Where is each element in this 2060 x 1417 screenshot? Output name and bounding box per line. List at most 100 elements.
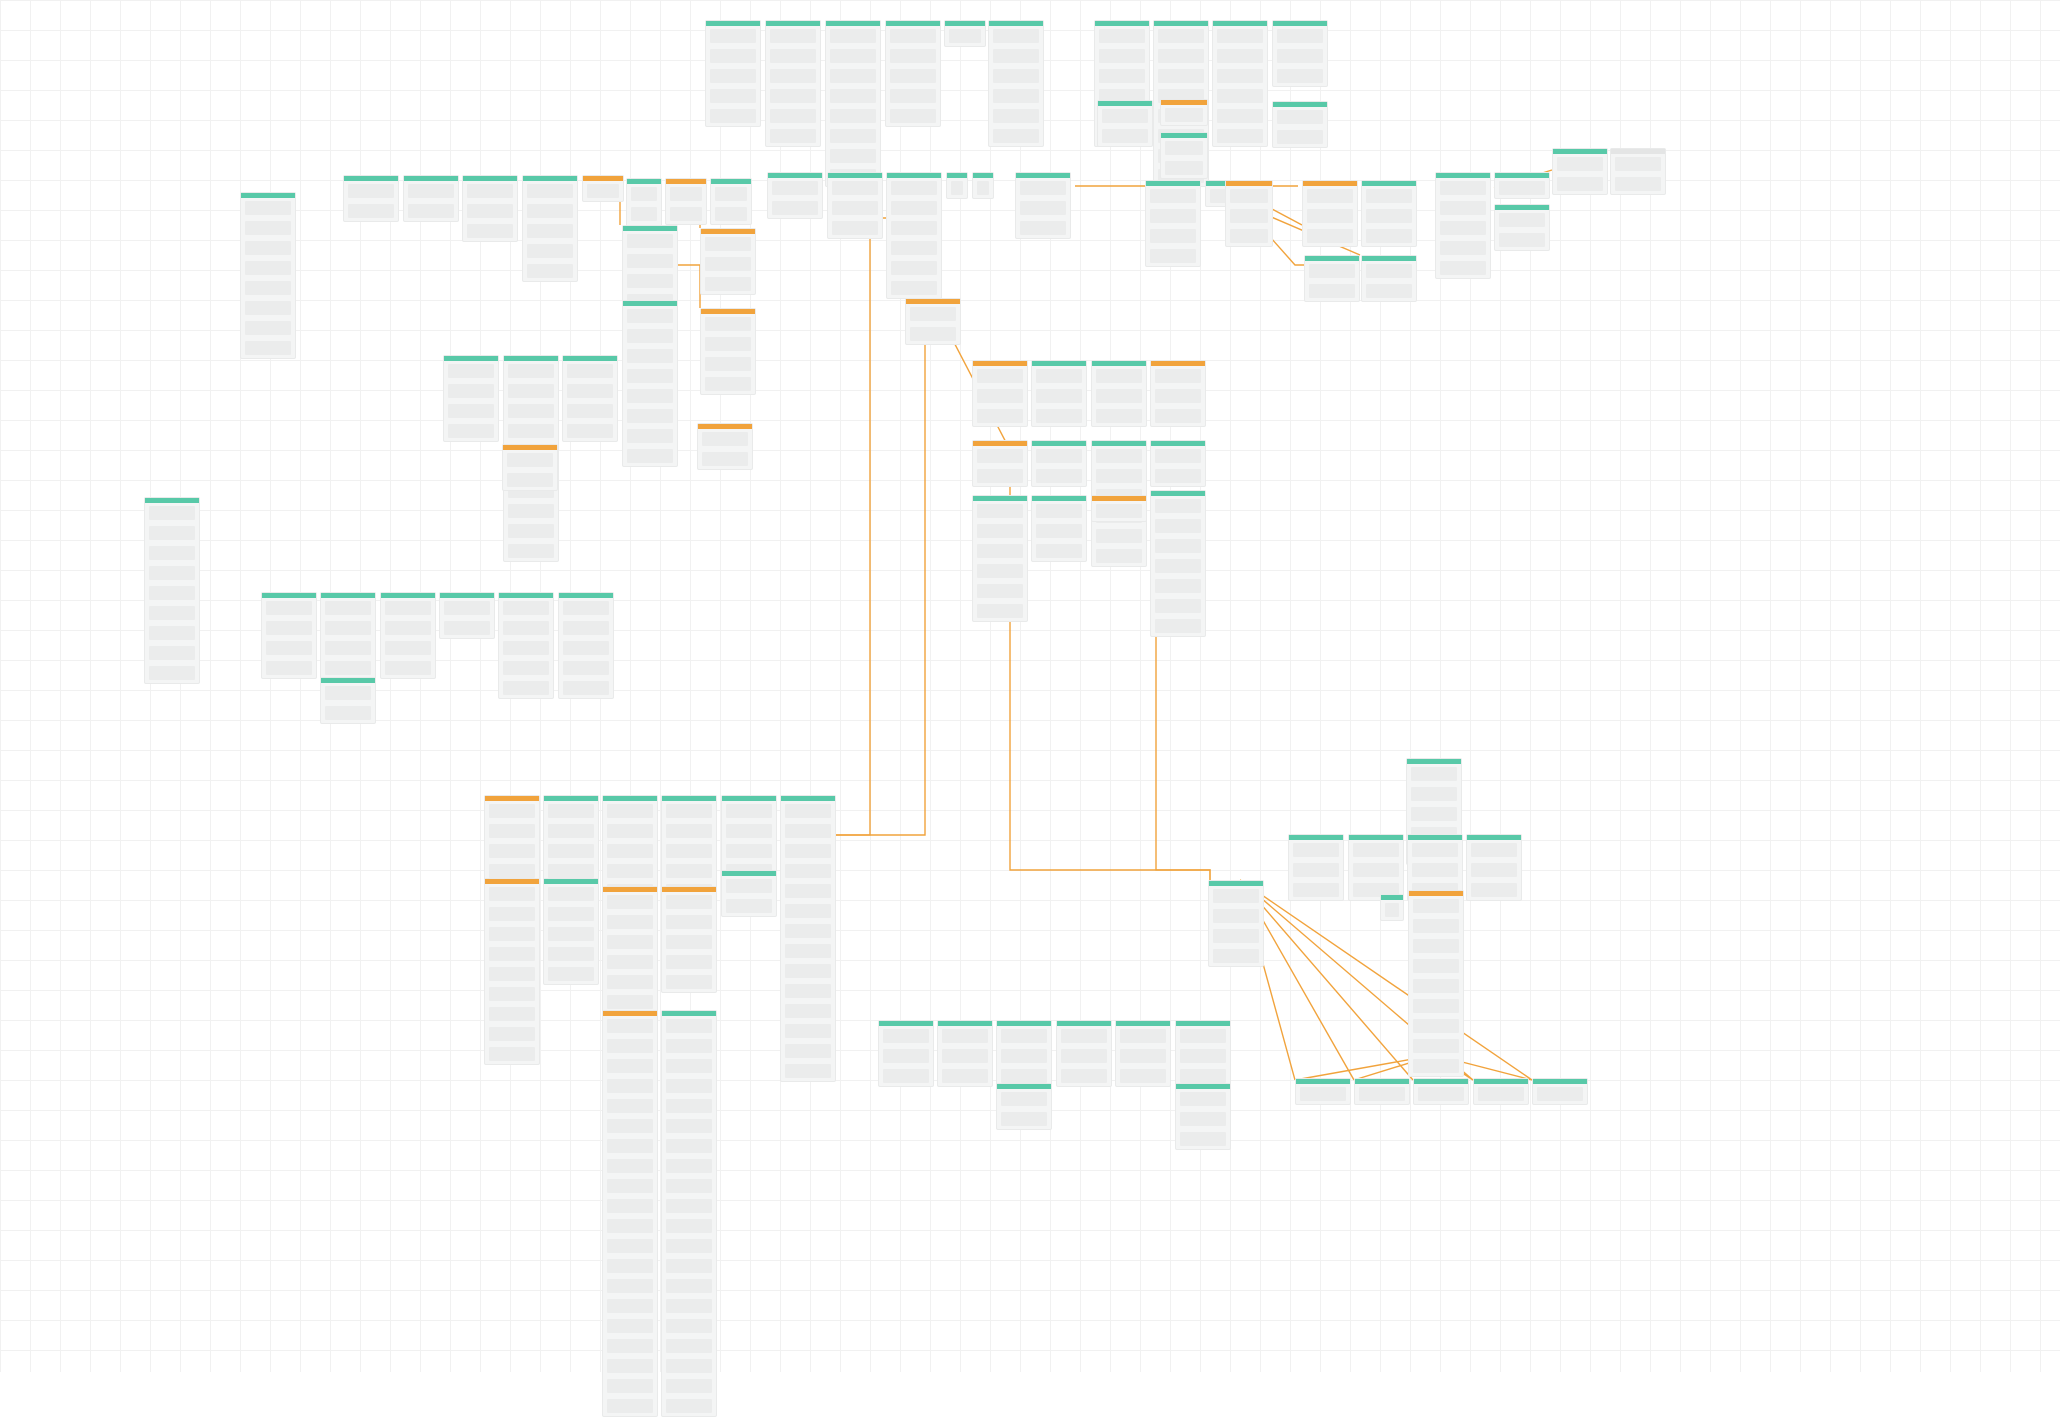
node-bigCl5[interactable]: [721, 795, 777, 882]
node-midGrid9[interactable]: [972, 495, 1028, 622]
node-botR5b[interactable]: [1175, 1083, 1231, 1150]
node-midGrid0[interactable]: [972, 360, 1028, 427]
node-rR3[interactable]: [1302, 180, 1358, 247]
node-row: [726, 824, 772, 838]
node-g1c[interactable]: [462, 175, 518, 242]
node-botR2b[interactable]: [996, 1083, 1052, 1130]
node-bigCl0[interactable]: [484, 795, 540, 882]
node-bigCl5b[interactable]: [721, 870, 777, 917]
node-leaf4[interactable]: [1532, 1078, 1588, 1105]
node-cl2a[interactable]: [443, 355, 499, 442]
node-botR5[interactable]: [1175, 1020, 1231, 1087]
node-row: [1366, 189, 1412, 203]
node-smallG[interactable]: [697, 423, 753, 470]
node-botR3[interactable]: [1056, 1020, 1112, 1087]
node-midGrid7[interactable]: [1150, 440, 1206, 487]
node-r0r2[interactable]: [1212, 20, 1268, 147]
node-r0c4[interactable]: [944, 20, 986, 47]
node-rowA1[interactable]: [320, 592, 376, 679]
node-r0c2[interactable]: [825, 20, 881, 187]
node-rR7[interactable]: [1494, 172, 1550, 199]
node-g1k[interactable]: [700, 308, 756, 395]
node-midGrid5[interactable]: [1031, 440, 1087, 487]
node-subG[interactable]: [905, 298, 961, 345]
node-mid4[interactable]: [972, 172, 994, 199]
node-row: [149, 566, 195, 580]
node-row: [977, 564, 1023, 578]
node-mid1[interactable]: [827, 172, 883, 239]
node-rR6[interactable]: [1435, 172, 1491, 279]
node-bigCl2b[interactable]: [543, 878, 599, 985]
node-rR5[interactable]: [1304, 255, 1360, 302]
node-bigTall1[interactable]: [661, 1010, 717, 1417]
node-rR2[interactable]: [1225, 180, 1273, 247]
node-rowA1b[interactable]: [320, 677, 376, 724]
node-g1d[interactable]: [522, 175, 578, 282]
node-leaf1[interactable]: [1354, 1078, 1410, 1105]
node-botR1[interactable]: [937, 1020, 993, 1087]
node-h2[interactable]: [1160, 99, 1208, 126]
node-mid3[interactable]: [946, 172, 968, 199]
node-r0c1[interactable]: [765, 20, 821, 147]
node-leaf3[interactable]: [1473, 1078, 1529, 1105]
node-rightR1[interactable]: [1348, 834, 1404, 901]
node-rightR3[interactable]: [1466, 834, 1522, 901]
node-midGrid3[interactable]: [1150, 360, 1206, 427]
node-rowA3[interactable]: [439, 592, 495, 639]
node-cl2c[interactable]: [562, 355, 618, 442]
node-rowA4[interactable]: [498, 592, 554, 699]
node-mid5[interactable]: [1015, 172, 1071, 239]
node-g1e[interactable]: [582, 175, 624, 202]
node-row: [1499, 181, 1545, 195]
node-cl2e[interactable]: [622, 300, 678, 467]
node-rowA2[interactable]: [380, 592, 436, 679]
node-leftTall[interactable]: [240, 192, 296, 359]
node-botR2[interactable]: [996, 1020, 1052, 1087]
node-rightTall[interactable]: [1408, 890, 1464, 1077]
node-mid0[interactable]: [767, 172, 823, 219]
node-midGrid8[interactable]: [1150, 490, 1206, 637]
node-g1j[interactable]: [700, 228, 756, 295]
node-midGrid2[interactable]: [1091, 360, 1147, 427]
node-midGrid10[interactable]: [1031, 495, 1087, 562]
node-midGrid11[interactable]: [1091, 495, 1147, 522]
node-botR0[interactable]: [878, 1020, 934, 1087]
node-midGrid1[interactable]: [1031, 360, 1087, 427]
node-bigCl6[interactable]: [780, 795, 836, 1082]
node-r0c3[interactable]: [885, 20, 941, 127]
node-rowA0[interactable]: [261, 592, 317, 679]
node-far1[interactable]: [1610, 148, 1666, 195]
node-far0[interactable]: [1552, 148, 1608, 195]
node-h1[interactable]: [1097, 100, 1153, 147]
node-solo[interactable]: [144, 497, 200, 684]
node-rR0[interactable]: [1145, 180, 1201, 267]
node-hub[interactable]: [1208, 880, 1264, 967]
node-row: [1158, 49, 1204, 63]
node-g1i[interactable]: [622, 225, 678, 312]
node-leaf0[interactable]: [1295, 1078, 1351, 1105]
node-rightSmall[interactable]: [1380, 894, 1404, 921]
node-g1g[interactable]: [665, 178, 707, 225]
node-cl2d[interactable]: [502, 444, 558, 491]
node-midGrid4[interactable]: [972, 440, 1028, 487]
node-bigCl1[interactable]: [484, 878, 540, 1065]
node-g1h[interactable]: [710, 178, 752, 225]
node-rR4[interactable]: [1361, 180, 1417, 247]
node-rR4b[interactable]: [1361, 255, 1417, 302]
node-bigTall0[interactable]: [602, 1010, 658, 1417]
node-mid2[interactable]: [886, 172, 942, 299]
node-bigCl3b[interactable]: [602, 886, 658, 1013]
node-h3[interactable]: [1160, 132, 1208, 179]
node-r0r3[interactable]: [1272, 20, 1328, 87]
node-leaf2[interactable]: [1413, 1078, 1469, 1105]
node-rR8[interactable]: [1494, 204, 1550, 251]
node-r0c0[interactable]: [705, 20, 761, 127]
node-botR4[interactable]: [1115, 1020, 1171, 1087]
node-rightR0[interactable]: [1288, 834, 1344, 901]
node-rowA5[interactable]: [558, 592, 614, 699]
node-g1a[interactable]: [343, 175, 399, 222]
node-g1b[interactable]: [403, 175, 459, 222]
node-bigCl4b[interactable]: [661, 886, 717, 993]
node-r0c5[interactable]: [988, 20, 1044, 147]
node-r0r3b[interactable]: [1272, 101, 1328, 148]
